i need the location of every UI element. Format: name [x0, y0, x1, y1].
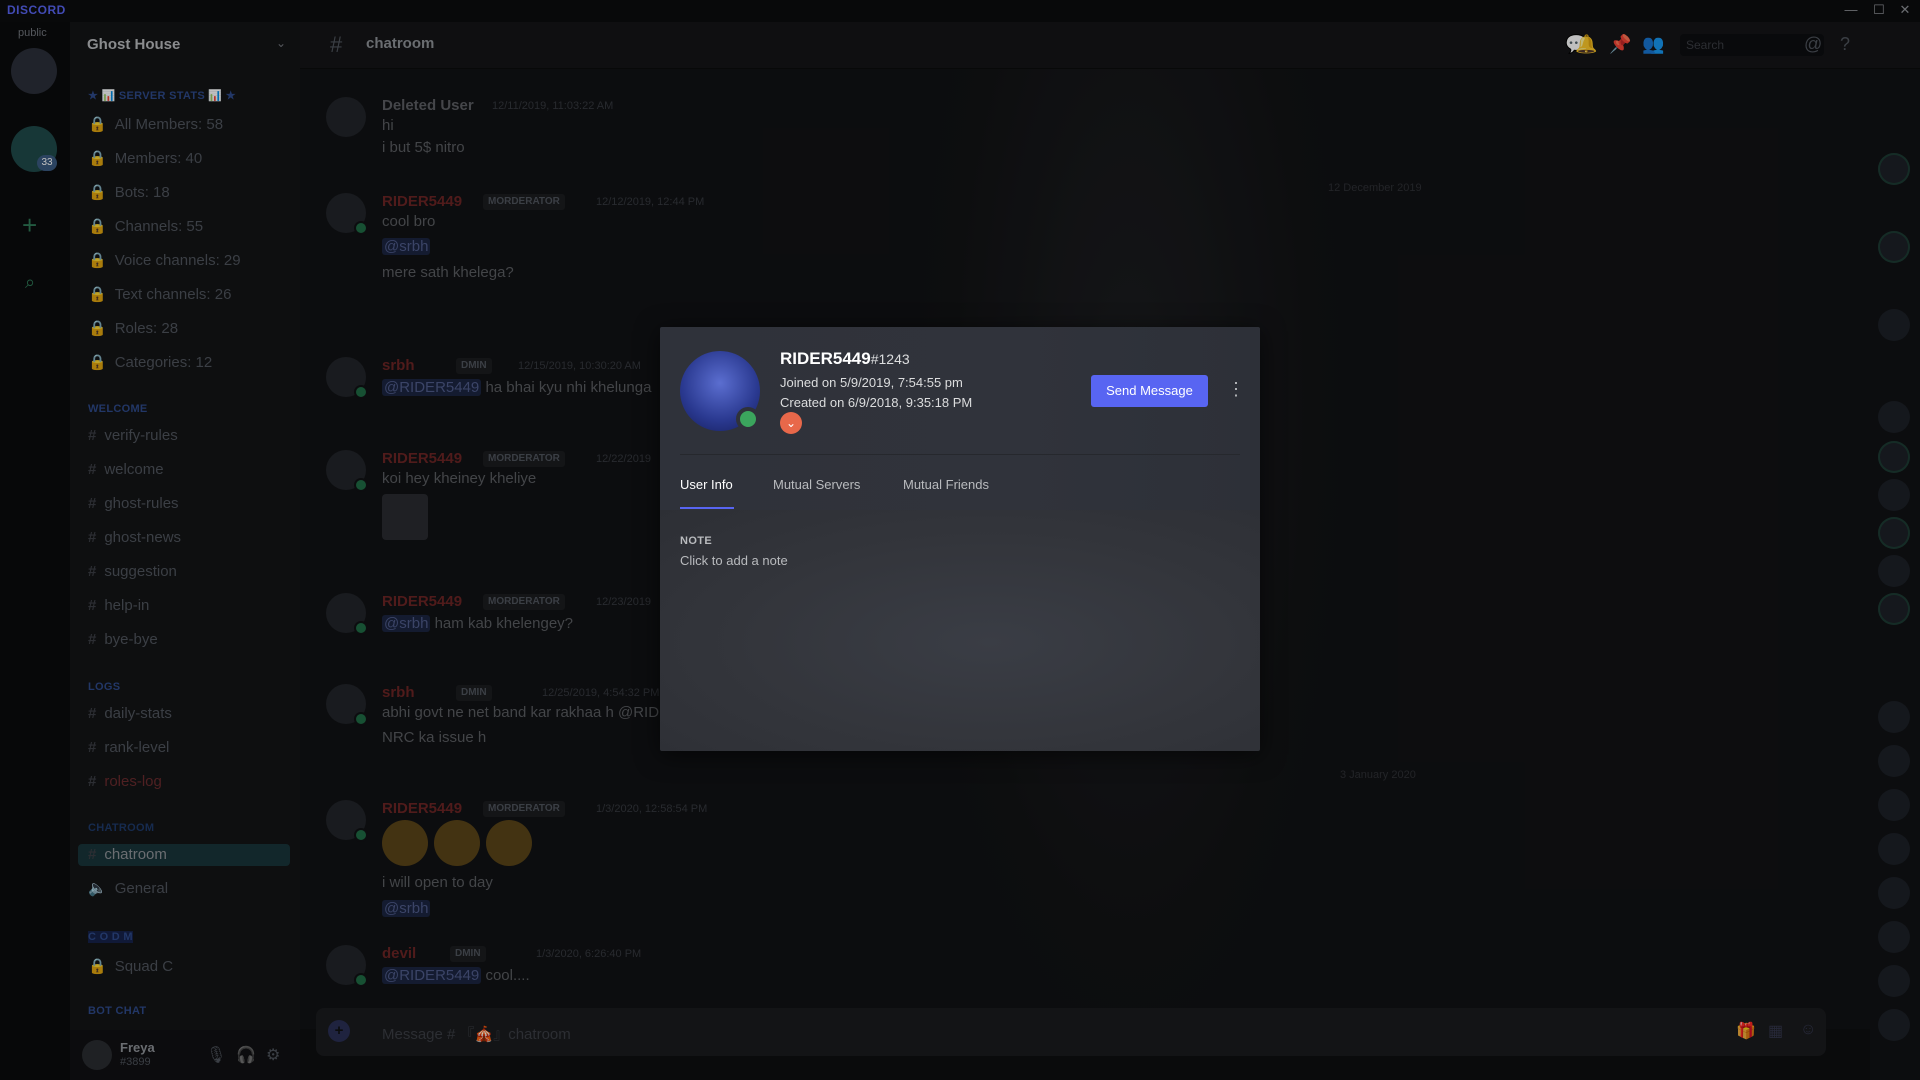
profile-username: RIDER5449#1243 — [780, 349, 910, 368]
online-status-icon — [736, 407, 760, 431]
tab-user-info[interactable]: User Info — [680, 477, 733, 492]
active-tab-indicator — [680, 507, 734, 509]
tab-mutual-servers[interactable]: Mutual Servers — [773, 477, 860, 492]
note-heading: NOTE — [680, 535, 713, 547]
profile-body — [660, 510, 1260, 751]
profile-header: RIDER5449#1243 Joined on 5/9/2019, 7:54:… — [660, 327, 1260, 510]
tab-mutual-friends[interactable]: Mutual Friends — [903, 477, 989, 492]
profile-avatar — [680, 351, 760, 431]
divider — [680, 454, 1240, 455]
note-input[interactable]: Click to add a note — [680, 553, 788, 568]
user-profile-modal: RIDER5449#1243 Joined on 5/9/2019, 7:54:… — [660, 327, 1260, 751]
created-date: Created on 6/9/2018, 9:35:18 PM — [780, 395, 973, 410]
joined-date: Joined on 5/9/2019, 7:54:55 pm — [780, 375, 963, 390]
profile-discriminator: #1243 — [870, 351, 910, 367]
more-options-icon[interactable]: ⋮ — [1227, 379, 1245, 400]
send-message-button[interactable]: Send Message — [1091, 375, 1208, 407]
hypesquad-badge-icon[interactable]: ⌄ — [780, 412, 802, 434]
